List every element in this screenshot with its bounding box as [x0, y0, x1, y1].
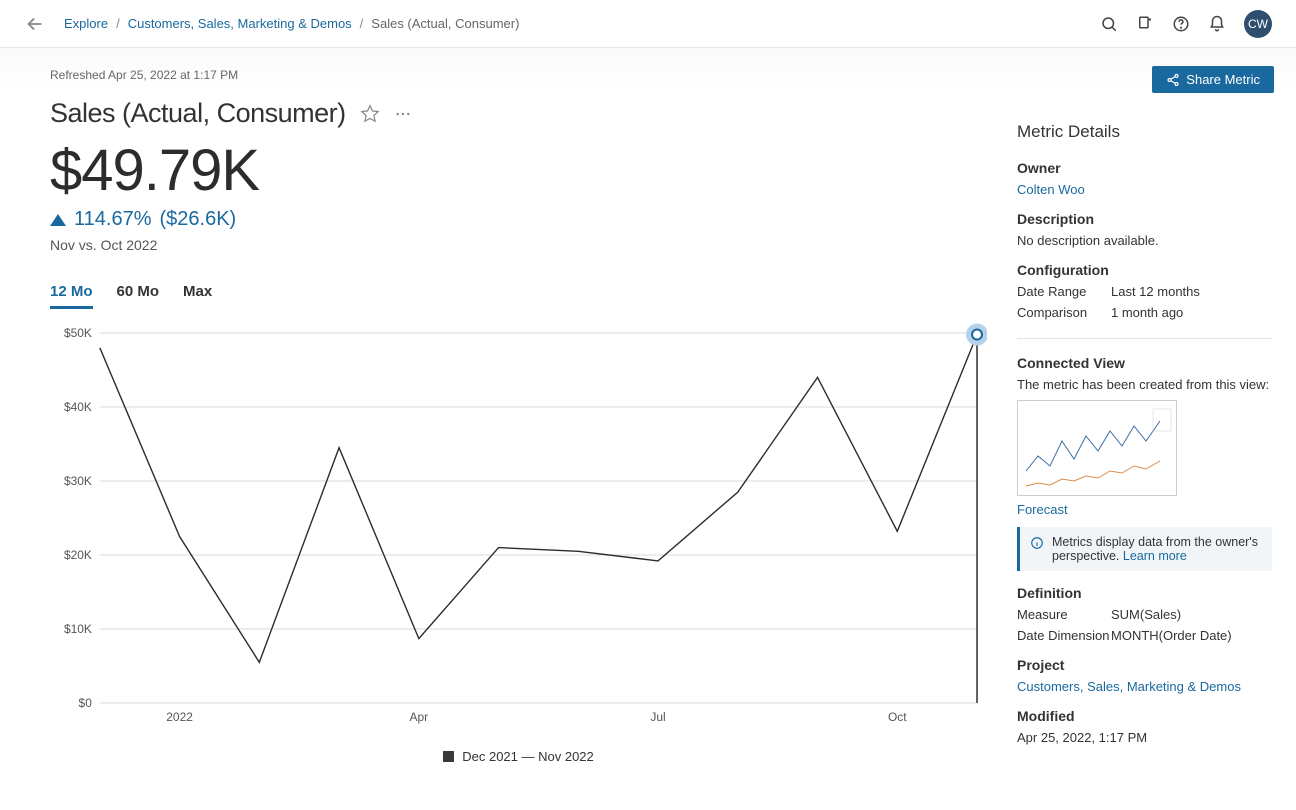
svg-text:$50K: $50K — [64, 326, 92, 340]
connected-text: The metric has been created from this vi… — [1017, 377, 1272, 392]
new-item-icon[interactable] — [1136, 15, 1154, 33]
main: Refreshed Apr 25, 2022 at 1:17 PM Sales … — [36, 68, 987, 800]
measure-key: Measure — [1017, 607, 1111, 622]
breadcrumb-sep: / — [116, 16, 120, 31]
svg-text:2022: 2022 — [166, 710, 193, 724]
datedim-key: Date Dimension — [1017, 628, 1111, 643]
project-heading: Project — [1017, 657, 1272, 673]
share-metric-button[interactable]: Share Metric — [1152, 66, 1274, 93]
up-triangle-icon — [50, 214, 66, 226]
owner-heading: Owner — [1017, 160, 1272, 176]
modified-heading: Modified — [1017, 708, 1272, 724]
svg-text:Oct: Oct — [888, 710, 907, 724]
breadcrumb-explore[interactable]: Explore — [64, 16, 108, 31]
top-actions: CW — [1100, 10, 1272, 38]
info-icon — [1030, 536, 1044, 553]
definition-heading: Definition — [1017, 585, 1272, 601]
datedim-val: MONTH(Order Date) — [1111, 628, 1232, 643]
legend-label: Dec 2021 — Nov 2022 — [462, 749, 594, 764]
date-range-key: Date Range — [1017, 284, 1111, 299]
svg-text:$10K: $10K — [64, 622, 92, 636]
svg-text:$30K: $30K — [64, 474, 92, 488]
tab-12mo[interactable]: 12 Mo — [50, 283, 93, 309]
breadcrumb-sep: / — [360, 16, 364, 31]
forecast-link[interactable]: Forecast — [1017, 502, 1272, 517]
comparison-val: 1 month ago — [1111, 305, 1183, 320]
topbar: Explore / Customers, Sales, Marketing & … — [0, 0, 1296, 48]
project-link[interactable]: Customers, Sales, Marketing & Demos — [1017, 679, 1272, 694]
search-icon[interactable] — [1100, 15, 1118, 33]
connected-heading: Connected View — [1017, 355, 1272, 371]
metric-value: $49.79K — [50, 137, 987, 204]
tab-60mo[interactable]: 60 Mo — [117, 283, 160, 309]
connected-view-thumbnail[interactable] — [1017, 400, 1177, 496]
compare-label: Nov vs. Oct 2022 — [50, 237, 987, 253]
tab-max[interactable]: Max — [183, 283, 212, 309]
svg-text:$20K: $20K — [64, 548, 92, 562]
svg-text:$0: $0 — [79, 696, 93, 710]
change-indicator: 114.67% ($26.6K) — [50, 208, 987, 231]
config-heading: Configuration — [1017, 262, 1272, 278]
change-pct: 114.67% — [74, 208, 151, 231]
share-metric-label: Share Metric — [1186, 72, 1260, 87]
help-icon[interactable] — [1172, 15, 1190, 33]
owner-link[interactable]: Colten Woo — [1017, 182, 1272, 197]
details-heading: Metric Details — [1017, 122, 1272, 142]
description-heading: Description — [1017, 211, 1272, 227]
star-icon[interactable] — [360, 104, 380, 124]
refreshed-timestamp: Refreshed Apr 25, 2022 at 1:17 PM — [50, 68, 987, 82]
svg-text:Apr: Apr — [410, 710, 429, 724]
change-abs: ($26.6K) — [159, 208, 236, 231]
breadcrumb-project[interactable]: Customers, Sales, Marketing & Demos — [128, 16, 352, 31]
svg-text:Jul: Jul — [650, 710, 665, 724]
comparison-key: Comparison — [1017, 305, 1111, 320]
chart-legend: Dec 2021 — Nov 2022 — [50, 749, 987, 764]
more-icon[interactable] — [394, 105, 412, 123]
date-range-val: Last 12 months — [1111, 284, 1200, 299]
range-tabs: 12 Mo 60 Mo Max — [50, 283, 987, 309]
divider — [1017, 338, 1272, 339]
back-icon[interactable] — [24, 13, 46, 35]
measure-val: SUM(Sales) — [1111, 607, 1181, 622]
learn-more-link[interactable]: Learn more — [1123, 549, 1187, 563]
modified-text: Apr 25, 2022, 1:17 PM — [1017, 730, 1272, 745]
breadcrumb-current: Sales (Actual, Consumer) — [371, 16, 519, 31]
metric-details-panel: Metric Details Owner Colten Woo Descript… — [1017, 122, 1272, 800]
page-title: Sales (Actual, Consumer) — [50, 98, 346, 129]
bell-icon[interactable] — [1208, 15, 1226, 33]
avatar[interactable]: CW — [1244, 10, 1272, 38]
description-text: No description available. — [1017, 233, 1272, 248]
timeseries-chart[interactable]: $0 $10K $20K $30K $40K $50K 2022 Apr Jul Oct — [50, 323, 987, 743]
svg-text:$40K: $40K — [64, 400, 92, 414]
legend-swatch — [443, 751, 454, 762]
info-callout: Metrics display data from the owner's pe… — [1017, 527, 1272, 571]
breadcrumb: Explore / Customers, Sales, Marketing & … — [24, 13, 519, 35]
